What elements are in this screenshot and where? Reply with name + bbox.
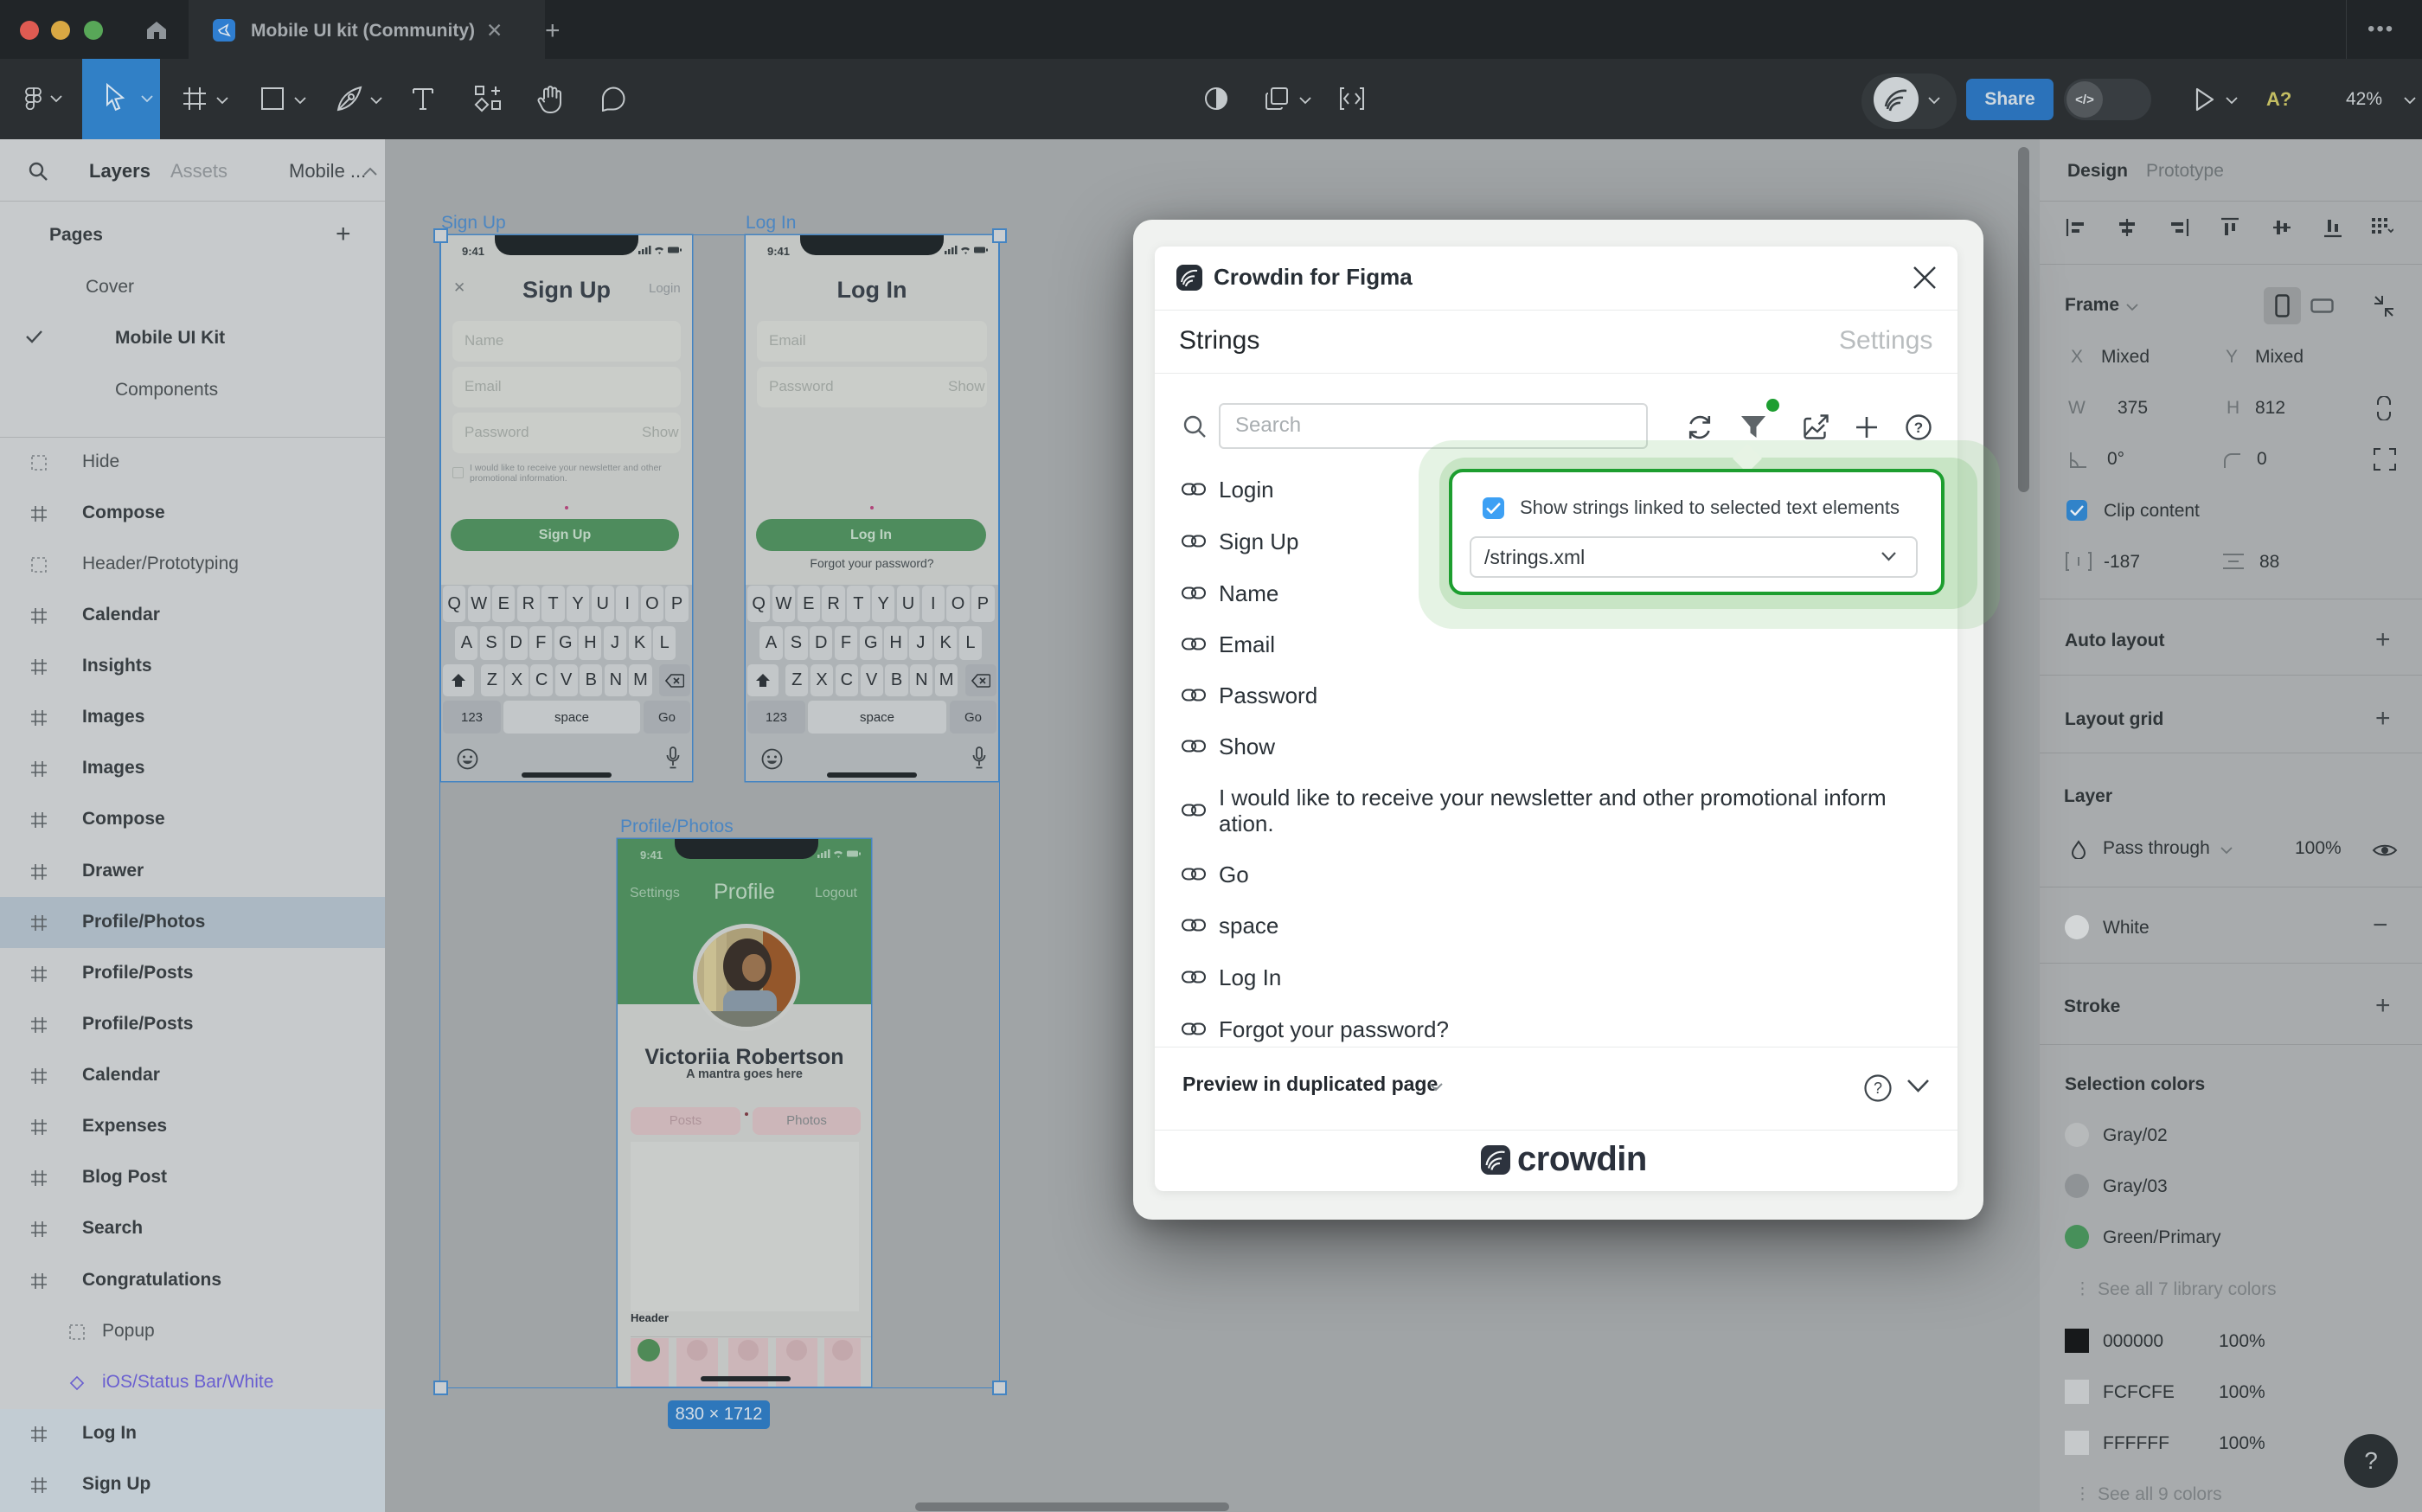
svg-text:?: ?: [1874, 1080, 1882, 1097]
svg-text:?: ?: [1914, 420, 1923, 436]
